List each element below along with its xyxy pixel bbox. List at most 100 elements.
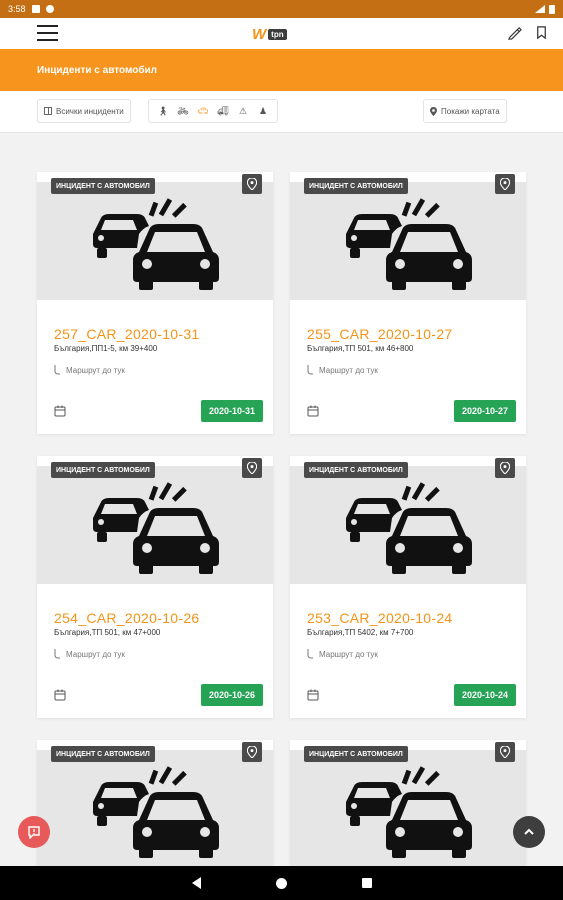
incident-image — [290, 750, 526, 868]
logo-badge: tpn — [268, 28, 287, 40]
incident-card[interactable]: ИНЦИДЕНТ С АВТОМОБИЛ 253_CAR_2020-10-24 … — [290, 456, 526, 718]
scroll-to-top-button[interactable] — [513, 816, 545, 848]
grid-icon — [44, 107, 52, 115]
status-bar: 3:58 — [0, 0, 563, 18]
report-incident-button[interactable] — [18, 816, 50, 848]
incident-type-badge: ИНЦИДЕНТ С АВТОМОБИЛ — [51, 178, 155, 194]
filter-bar: Всички инциденти 🚶︎ 🚲︎ 🚗︎ 🚚︎ ⚠︎ ♟︎ Покаж… — [0, 91, 563, 133]
car-crash-icon[interactable]: 🚗︎ — [197, 106, 209, 117]
incident-card[interactable]: ИНЦИДЕНТ С АВТОМОБИЛ 254_CAR_2020-10-26 … — [37, 456, 273, 718]
app-bar: W tpn — [0, 18, 563, 49]
bookmark-icon[interactable] — [534, 25, 549, 40]
logo-mark: W — [252, 25, 267, 43]
incident-image — [37, 182, 273, 300]
all-incidents-button[interactable]: Всички инциденти — [37, 99, 131, 123]
person-icon[interactable]: ♟︎ — [257, 106, 269, 117]
incident-title[interactable]: 254_CAR_2020-10-26 — [54, 610, 200, 626]
battery-icon — [549, 4, 555, 14]
incident-title[interactable]: 257_CAR_2020-10-31 — [54, 326, 200, 342]
car-collision-icon — [346, 198, 472, 290]
route-icon — [307, 365, 313, 375]
incident-image — [37, 466, 273, 584]
pen-icon[interactable] — [507, 25, 522, 40]
app-notification-icon — [45, 5, 54, 13]
route-icon — [307, 649, 313, 659]
incident-card[interactable]: ИНЦИДЕНТ С АВТОМОБИЛ — [290, 740, 526, 868]
incident-type-badge: ИНЦИДЕНТ С АВТОМОБИЛ — [304, 746, 408, 762]
menu-icon[interactable] — [37, 25, 58, 41]
show-map-button[interactable]: Покажи картата — [423, 99, 507, 123]
incident-card[interactable]: ИНЦИДЕНТ С АВТОМОБИЛ — [37, 740, 273, 868]
incident-date-badge: 2020-10-31 — [200, 400, 263, 422]
bicycle-icon[interactable]: 🚲︎ — [177, 106, 189, 117]
show-map-label: Покажи картата — [441, 106, 500, 116]
route-label: Маршрут до тук — [66, 365, 125, 375]
route-link[interactable]: Маршрут до тук — [54, 649, 125, 659]
location-pin-icon — [247, 462, 257, 474]
incident-image — [37, 750, 273, 868]
map-pin-button[interactable] — [495, 742, 515, 762]
notification-icon — [31, 5, 40, 13]
app-logo: W tpn — [252, 24, 312, 44]
incident-type-badge: ИНЦИДЕНТ С АВТОМОБИЛ — [51, 462, 155, 478]
car-collision-icon — [93, 482, 219, 574]
incident-date-badge: 2020-10-26 — [200, 684, 263, 706]
incident-image — [290, 466, 526, 584]
calendar-icon — [54, 405, 66, 417]
status-time: 3:58 — [8, 4, 26, 14]
home-icon[interactable] — [275, 877, 287, 889]
incident-location: България,ТП 501, км 46+800 — [307, 344, 414, 353]
car-collision-icon — [346, 482, 472, 574]
truck-icon[interactable]: 🚚︎ — [217, 106, 229, 117]
back-icon[interactable] — [191, 877, 201, 889]
pedestrian-icon[interactable]: 🚶︎ — [157, 106, 169, 117]
map-pin-button[interactable] — [242, 174, 262, 194]
location-pin-icon — [247, 178, 257, 190]
incident-location: България,ТП 5402, км 7+700 — [307, 628, 414, 637]
incident-date-badge: 2020-10-27 — [453, 400, 516, 422]
route-icon — [54, 365, 60, 375]
system-navigation-bar — [0, 866, 563, 900]
incident-image — [290, 182, 526, 300]
incident-card[interactable]: ИНЦИДЕНТ С АВТОМОБИЛ 255_CAR_2020-10-27 … — [290, 172, 526, 434]
all-incidents-label: Всички инциденти — [56, 106, 124, 116]
warning-icon[interactable]: ⚠︎ — [237, 106, 249, 117]
report-icon — [28, 826, 40, 839]
incident-location: България,ПП1-5, км 39+400 — [54, 344, 158, 353]
route-link[interactable]: Маршрут до тук — [54, 365, 125, 375]
incident-title[interactable]: 255_CAR_2020-10-27 — [307, 326, 453, 342]
route-label: Маршрут до тук — [319, 649, 378, 659]
calendar-icon — [307, 689, 319, 701]
route-link[interactable]: Маршрут до тук — [307, 649, 378, 659]
route-label: Маршрут до тук — [319, 365, 378, 375]
incident-type-filter: 🚶︎ 🚲︎ 🚗︎ 🚚︎ ⚠︎ ♟︎ — [148, 99, 278, 123]
calendar-icon — [54, 689, 66, 701]
signal-icon — [535, 5, 545, 13]
location-pin-icon — [500, 178, 510, 190]
chevron-up-icon — [524, 828, 534, 835]
location-pin-icon — [500, 746, 510, 758]
location-pin-icon — [247, 746, 257, 758]
car-collision-icon — [93, 766, 219, 858]
incident-location: България,ТП 501, км 47+000 — [54, 628, 161, 637]
car-collision-icon — [93, 198, 219, 290]
incident-card[interactable]: ИНЦИДЕНТ С АВТОМОБИЛ 257_CAR_2020-10-31 … — [37, 172, 273, 434]
route-link[interactable]: Маршрут до тук — [307, 365, 378, 375]
route-label: Маршрут до тук — [66, 649, 125, 659]
incident-type-badge: ИНЦИДЕНТ С АВТОМОБИЛ — [304, 178, 408, 194]
map-pin-button[interactable] — [242, 458, 262, 478]
location-pin-icon — [430, 106, 437, 116]
incident-date-badge: 2020-10-24 — [453, 684, 516, 706]
incident-title[interactable]: 253_CAR_2020-10-24 — [307, 610, 453, 626]
incident-type-badge: ИНЦИДЕНТ С АВТОМОБИЛ — [304, 462, 408, 478]
map-pin-button[interactable] — [495, 174, 515, 194]
car-collision-icon — [346, 766, 472, 858]
incident-type-badge: ИНЦИДЕНТ С АВТОМОБИЛ — [51, 746, 155, 762]
calendar-icon — [307, 405, 319, 417]
recent-apps-icon[interactable] — [361, 878, 372, 888]
route-icon — [54, 649, 60, 659]
page-title: Инциденти с автомобил — [0, 49, 563, 91]
map-pin-button[interactable] — [495, 458, 515, 478]
map-pin-button[interactable] — [242, 742, 262, 762]
location-pin-icon — [500, 462, 510, 474]
